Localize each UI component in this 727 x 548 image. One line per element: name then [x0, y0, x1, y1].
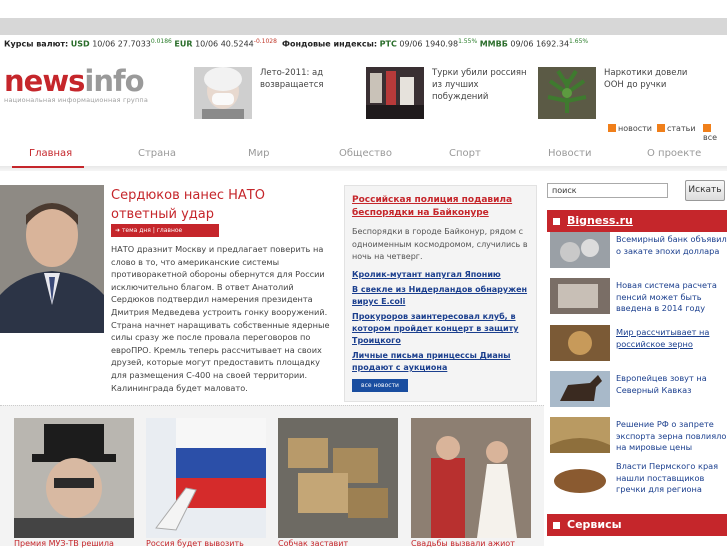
list-item[interactable]: Решение РФ о запрете экспорта зерна повл… [547, 417, 727, 455]
gallery-caption[interactable]: Собчак заставит [278, 539, 348, 548]
list-item-text[interactable]: Европейцев зовут на Северный Кавказ [616, 373, 727, 396]
bigness-header[interactable]: Bigness.ru [547, 210, 727, 232]
lead-tag-text: тема дня | главное [121, 227, 183, 234]
logo-info: info [84, 64, 144, 98]
micex-code[interactable]: ММВБ [480, 40, 508, 49]
thumb-buckwheat [550, 459, 610, 495]
services-header[interactable]: Сервисы [547, 514, 727, 536]
square-icon [553, 522, 560, 529]
newsbox-link[interactable]: Личные письма принцессы Дианы продают с … [352, 350, 532, 374]
logo-news: news [4, 64, 85, 98]
rss-articles-label: статьи [667, 124, 696, 133]
gallery-photo-flag-shoe [146, 418, 266, 538]
gallery-photo-man-hat [14, 418, 134, 538]
newsbox-link[interactable]: В свекле из Нидерландов обнаружен вирус … [352, 284, 532, 308]
teaser-photo-plant [538, 67, 596, 119]
rss-all-link[interactable]: все [703, 124, 727, 142]
thumb-coins [550, 232, 610, 268]
newsbox-link[interactable]: Кролик-мутант напугал Японию [352, 269, 532, 281]
news-box: Российская полиция подавила беспорядки н… [344, 185, 537, 402]
rss-news-link[interactable]: новости [608, 124, 652, 133]
teaser-photo-mask-woman [194, 67, 252, 119]
rss-icon [703, 124, 711, 132]
gallery-item[interactable]: Свадьбы вызвали ажиот [411, 418, 531, 548]
list-item-text[interactable]: Новая система расчета пенсий может быть … [616, 280, 727, 315]
eur-code[interactable]: EUR [174, 40, 192, 49]
nav-underline-bar [0, 166, 727, 171]
list-item[interactable]: Мир рассчитывает на российское зерно [547, 325, 727, 363]
newsbox-headline[interactable]: Российская полиция подавила беспорядки н… [352, 194, 532, 220]
gallery-caption[interactable]: Россия будет вывозить [146, 539, 244, 548]
logo-tagline: национальная информационная группа [4, 96, 149, 104]
lead-body-text: НАТО дразнит Москву и предлагает поверит… [111, 244, 330, 393]
list-item[interactable]: Новая система расчета пенсий может быть … [547, 278, 727, 316]
nav-item-society[interactable]: Общество [339, 148, 392, 159]
list-item-text[interactable]: Решение РФ о запрете экспорта зерна повл… [616, 419, 727, 454]
gallery-item[interactable]: Россия будет вывозить [146, 418, 266, 548]
site-logo[interactable]: newsinfo национальная информационная гру… [4, 66, 148, 104]
gallery-item[interactable]: Собчак заставит [278, 418, 398, 548]
thumb-documents [550, 278, 610, 314]
nav-item-news[interactable]: Новости [548, 148, 591, 159]
rss-icon [657, 124, 665, 132]
lead-photo-portrait[interactable] [0, 185, 104, 333]
list-item[interactable]: Европейцев зовут на Северный Кавказ [547, 371, 727, 409]
nav-item-country[interactable]: Страна [138, 148, 176, 159]
nav-item-about[interactable]: О проекте [647, 148, 701, 159]
micex-change: 1.65% [569, 38, 589, 45]
lead-headline[interactable]: Сердюков нанес НАТО ответный удар [111, 186, 331, 224]
list-item[interactable]: Всемирный банк объявил о закате эпохи до… [547, 232, 727, 270]
bigness-title: Bigness.ru [567, 214, 633, 227]
market-ticker: Курсы валют: USD 10/06 27.70330.0186 EUR… [4, 38, 588, 49]
top-strip [0, 0, 727, 13]
nav-item-sport[interactable]: Спорт [449, 148, 481, 159]
usd-value: 10/06 27.7033 [92, 39, 151, 49]
gallery-caption[interactable]: Свадьбы вызвали ажиот [411, 539, 515, 548]
teaser-photo-crowd [366, 67, 424, 119]
gallery-item[interactable]: Премия МУЗ-ТВ решила [14, 418, 134, 548]
list-item[interactable]: Власти Пермского края нашли поставщиков … [547, 459, 727, 497]
usd-code[interactable]: USD [71, 40, 90, 49]
thumb-horse [550, 371, 610, 407]
teaser-text[interactable]: Лето-2011: ад возвращается [260, 67, 356, 91]
currency-label: Курсы валют: [4, 39, 69, 49]
rts-value: 09/06 1940.98 [399, 39, 459, 49]
search-input[interactable] [547, 183, 668, 198]
list-item-text[interactable]: Мир рассчитывает на российское зерно [616, 327, 727, 350]
usd-change: 0.0186 [150, 38, 172, 45]
newsbox-link[interactable]: Прокуроров заинтересовал клуб, в котором… [352, 311, 532, 347]
rss-articles-link[interactable]: статьи [657, 124, 696, 133]
square-icon [553, 218, 560, 225]
micex-value: 09/06 1692.34 [510, 39, 570, 49]
lead-tag-badge[interactable]: ➜ тема дня | главное [111, 224, 219, 237]
thumb-wheat [550, 417, 610, 453]
eur-value: 10/06 40.5244 [195, 39, 254, 49]
teaser-text[interactable]: Наркотики довели ООН до ручки [604, 67, 700, 91]
newsbox-body: Беспорядки в городе Байконур, рядом с од… [352, 227, 528, 261]
search-button[interactable]: Искать [685, 180, 725, 201]
list-item-text[interactable]: Власти Пермского края нашли поставщиков … [616, 461, 727, 496]
main-navigation: Главная Страна Мир Общество Спорт Новост… [0, 141, 727, 171]
nav-item-home[interactable]: Главная [29, 148, 72, 159]
thumb-grain [550, 325, 610, 361]
gallery-photo-wedding [411, 418, 531, 538]
rts-change: 1.55% [458, 38, 478, 45]
nav-item-world[interactable]: Мир [248, 148, 269, 159]
rss-icon [608, 124, 616, 132]
list-item-text[interactable]: Всемирный банк объявил о закате эпохи до… [616, 234, 727, 257]
teaser-text[interactable]: Турки убили россиян из лучших побуждений [432, 67, 528, 103]
gallery-caption[interactable]: Премия МУЗ-ТВ решила [14, 539, 114, 548]
index-label: Фондовые индексы: [282, 39, 378, 49]
rss-news-label: новости [618, 124, 652, 133]
gallery-photo-boxes [278, 418, 398, 538]
services-title: Сервисы [567, 518, 622, 531]
header-gray-bar [0, 18, 727, 35]
all-news-button[interactable]: все новости [352, 379, 408, 392]
eur-change: -0.1028 [253, 38, 277, 45]
rts-code[interactable]: РТС [380, 40, 397, 49]
nav-active-indicator [12, 166, 84, 168]
